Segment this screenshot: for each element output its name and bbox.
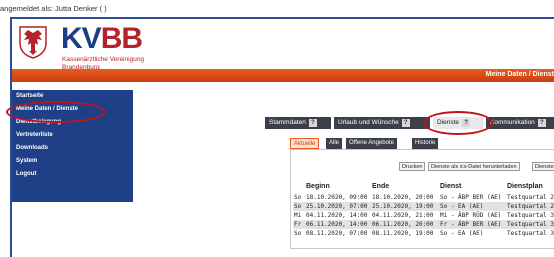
print-button[interactable]: Drucken	[399, 162, 426, 171]
subtab-offene-angebote[interactable]: Offene Angebote	[346, 138, 397, 149]
column-header-ende: Ende	[372, 183, 390, 190]
sidebar-item-logout[interactable]: Logout	[16, 171, 36, 181]
subtab-alle[interactable]: Alle	[326, 138, 343, 149]
column-header-dienst: Dienst	[440, 183, 462, 190]
subtab-historie[interactable]: Historie	[412, 138, 439, 149]
column-header-dienstplan: Dienstplan	[507, 183, 543, 190]
help-icon[interactable]: ?	[462, 119, 471, 127]
table-row[interactable]: Mi 04.11.2020, 14:00 04.11.2020, 21:00 M…	[293, 211, 554, 220]
login-status: angemeldet als: Jutta Denker ( )	[0, 4, 107, 13]
table-row[interactable]: Fr 06.11.2020, 14:00 06.11.2020, 20:00 F…	[293, 220, 554, 229]
sidebar-item-vertreterliste[interactable]: Vertreterliste	[16, 132, 53, 142]
sidebar-item-downloads[interactable]: Downloads	[16, 145, 48, 155]
dienste-fuer-button[interactable]: Dienste für	[532, 162, 554, 171]
logo-wordmark: KVBB	[61, 22, 143, 55]
page-title: Meine Daten / Dienst	[485, 71, 554, 78]
tab-dienste[interactable]: Dienste?	[433, 117, 483, 129]
subtab-aktuelle[interactable]: Aktuelle	[290, 138, 320, 149]
help-icon[interactable]: ?	[537, 119, 546, 127]
sidebar-item-dienstbelegung[interactable]: Dienstbelegung	[16, 119, 61, 129]
table-row[interactable]: So 08.11.2020, 07:00 08.11.2020, 19:00 S…	[293, 229, 554, 238]
sidebar-item-startseite[interactable]: Startseite	[16, 93, 43, 103]
help-icon[interactable]: ?	[401, 119, 410, 127]
app-frame: KVBB Kassenärztliche Vereinigung Branden…	[6, 17, 554, 257]
brandenburg-eagle-crest-icon	[19, 26, 47, 59]
header-bar: Meine Daten / Dienst	[12, 69, 554, 82]
column-header-beginn: Beginn	[306, 183, 330, 190]
sidebar: Startseite Meine Daten / Dienste Dienstb…	[12, 90, 133, 202]
dienste-panel: Drucken Dienste als ics-Datei herunterla…	[290, 149, 554, 249]
tab-urlaub-und-wuensche[interactable]: Urlaub und Wünsche?	[334, 117, 430, 129]
table-row[interactable]: So 25.10.2020, 07:00 25.10.2020, 19:00 S…	[293, 202, 554, 211]
sidebar-item-meine-daten[interactable]: Meine Daten / Dienste	[16, 106, 78, 116]
tab-stammdaten[interactable]: Stammdaten?	[265, 117, 331, 129]
table-row[interactable]: So 18.10.2020, 09:00 18.10.2020, 20:00 S…	[293, 193, 554, 202]
ics-download-button[interactable]: Dienste als ics-Datei herunterladen	[428, 162, 520, 171]
sidebar-item-system[interactable]: System	[16, 158, 37, 168]
tab-kommunikation[interactable]: Kommunikation?	[486, 117, 554, 129]
help-icon[interactable]: ?	[308, 119, 317, 127]
